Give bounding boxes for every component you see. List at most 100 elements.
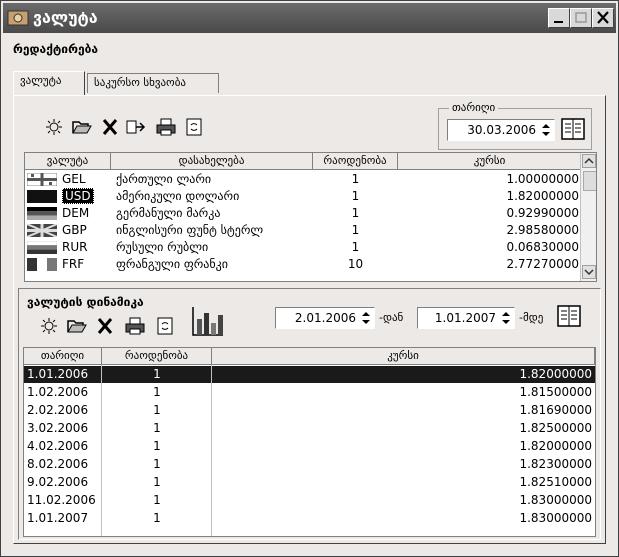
col-quantity[interactable]: რაოდენობა [313, 153, 398, 170]
refresh-icon[interactable] [184, 118, 204, 136]
currency-code: DEM [62, 206, 90, 220]
dynamics-table[interactable]: თარიღი რაოდენობა კურსი 1.01.2006 1 1.820… [23, 347, 596, 537]
calendar-icon[interactable] [561, 118, 585, 140]
table-row[interactable]: 1.02.2006 1 1.81500000 [24, 384, 595, 401]
table-row[interactable]: GBP ინგლისური ფუნტ სტერლ 1 2.98580000 [25, 222, 596, 239]
row-quantity: 1 [153, 367, 161, 381]
russia-flag-icon [27, 241, 57, 254]
row-date: 1.01.2007 [27, 511, 89, 525]
spin-arrows-icon[interactable] [360, 310, 372, 326]
title-bar[interactable]: ვალუტა [3, 3, 616, 33]
window-title: ვალუტა [33, 8, 98, 27]
chevron-down-icon [584, 269, 594, 276]
new-icon[interactable] [44, 118, 64, 136]
currency-quantity: 10 [347, 257, 364, 271]
maximize-button[interactable] [570, 8, 592, 28]
delete-icon[interactable] [100, 118, 120, 136]
germany-flag-icon [27, 207, 57, 220]
currency-quantity: 1 [351, 172, 360, 186]
row-rate: 1.82500000 [519, 421, 592, 435]
col-rate[interactable]: კურსი [398, 153, 582, 170]
row-quantity: 1 [153, 403, 161, 417]
row-date: 11.02.2006 [27, 493, 96, 507]
currency-table[interactable]: ვალუტა დასახელება რაოდენობა კურსი GEL ქა… [24, 152, 597, 282]
currency-quantity: 1 [351, 223, 360, 237]
scroll-down-button[interactable] [582, 265, 596, 279]
currency-rate: 1.00000000 [506, 172, 579, 186]
currency-name: ინგლისური ფუნტ სტერლ [116, 223, 264, 237]
table-row[interactable]: 1.01.2007 1 1.83000000 [24, 510, 595, 527]
row-quantity: 1 [153, 493, 161, 507]
col-rate[interactable]: კურსი [212, 348, 595, 365]
row-date: 3.02.2006 [27, 421, 89, 435]
col-currency[interactable]: ვალუტა [25, 153, 111, 170]
row-date: 4.02.2006 [27, 439, 89, 453]
refresh-icon[interactable] [155, 317, 175, 335]
tab-exchange-difference[interactable]: საკურსო სხვაობა [87, 73, 219, 93]
calendar-icon[interactable] [557, 305, 581, 327]
row-date: 8.02.2006 [27, 457, 89, 471]
table-row[interactable]: 9.02.2006 1 1.82510000 [24, 474, 595, 491]
row-date: 1.01.2006 [27, 367, 89, 381]
to-date-input[interactable]: 1.01.2007 [417, 307, 515, 329]
table-row[interactable]: 4.02.2006 1 1.82000000 [24, 438, 595, 455]
row-quantity: 1 [153, 475, 161, 489]
currency-rate: 2.98580000 [506, 223, 579, 237]
col-date[interactable]: თარიღი [24, 348, 102, 365]
currency-rate: 0.06830000 [506, 240, 579, 254]
scroll-thumb[interactable] [583, 171, 596, 191]
table-row[interactable]: GEL ქართული ლარი 1 1.00000000 [25, 171, 596, 188]
currency-rate: 2.77270000 [506, 257, 579, 271]
spin-arrows-icon[interactable] [540, 122, 552, 138]
chevron-up-icon [584, 157, 594, 164]
table-row[interactable]: 1.01.2006 1 1.82000000 [24, 366, 595, 383]
col-quantity[interactable]: რაოდენობა [102, 348, 212, 365]
close-button[interactable] [592, 8, 614, 28]
date-group-label: თარიღი [449, 101, 499, 114]
current-date-input[interactable]: 30.03.2006 [447, 119, 555, 141]
row-date: 9.02.2006 [27, 475, 89, 489]
col-name[interactable]: დასახელება [111, 153, 313, 170]
currency-scrollbar[interactable] [580, 153, 596, 281]
export-icon[interactable] [126, 118, 146, 136]
open-folder-icon[interactable] [67, 317, 87, 335]
row-quantity: 1 [153, 457, 161, 471]
table-row[interactable]: FRF ფრანგული ფრანკი 10 2.77270000 [25, 256, 596, 273]
new-icon[interactable] [39, 317, 59, 335]
date-group: თარიღი 30.03.2006 [438, 101, 592, 150]
row-rate: 1.83000000 [519, 493, 592, 507]
menu-edit[interactable]: რედაქტირება [13, 42, 98, 56]
row-quantity: 1 [153, 385, 161, 399]
from-suffix: -დან [379, 311, 404, 324]
currency-code: GEL [62, 172, 86, 186]
table-row[interactable]: RUR რუსული რუბლი 1 0.06830000 [25, 239, 596, 256]
open-folder-icon[interactable] [72, 118, 92, 136]
to-date-value: 1.01.2007 [434, 311, 496, 325]
table-row[interactable]: 8.02.2006 1 1.82300000 [24, 456, 595, 473]
row-quantity: 1 [153, 511, 161, 525]
uk-flag-icon [27, 224, 57, 237]
table-row[interactable]: 11.02.2006 1 1.83000000 [24, 492, 595, 509]
from-date-input[interactable]: 2.01.2006 [275, 307, 375, 329]
print-icon[interactable] [156, 118, 176, 136]
table-row[interactable]: 2.02.2006 1 1.81690000 [24, 402, 595, 419]
currency-rate: 0.92990000 [506, 206, 579, 220]
france-flag-icon [27, 258, 57, 271]
chart-icon[interactable] [191, 305, 225, 337]
spin-arrows-icon[interactable] [500, 310, 512, 326]
currency-name: ფრანგული ფრანკი [116, 257, 229, 271]
table-row[interactable]: USD ამერიკული დოლარი 1 1.82000000 [25, 188, 596, 205]
tab-currency[interactable]: ვალუტა [13, 71, 85, 95]
app-icon [7, 10, 29, 26]
main-window: ვალუტა რედაქტირება ვალუტა საკურსო სხვაობ… [0, 0, 619, 557]
table-row[interactable]: 3.02.2006 1 1.82500000 [24, 420, 595, 437]
to-suffix: -მდე [519, 311, 544, 324]
dynamics-section: ვალუტის დინამიკა 2.01.2006 -დან 1.01.200… [18, 288, 601, 540]
minimize-button[interactable] [548, 8, 570, 28]
table-row[interactable]: DEM გერმანული მარკა 1 0.92990000 [25, 205, 596, 222]
current-date-value: 30.03.2006 [467, 123, 536, 137]
delete-icon[interactable] [95, 317, 115, 335]
scroll-up-button[interactable] [582, 154, 596, 168]
maximize-icon [575, 12, 587, 23]
print-icon[interactable] [125, 317, 145, 335]
